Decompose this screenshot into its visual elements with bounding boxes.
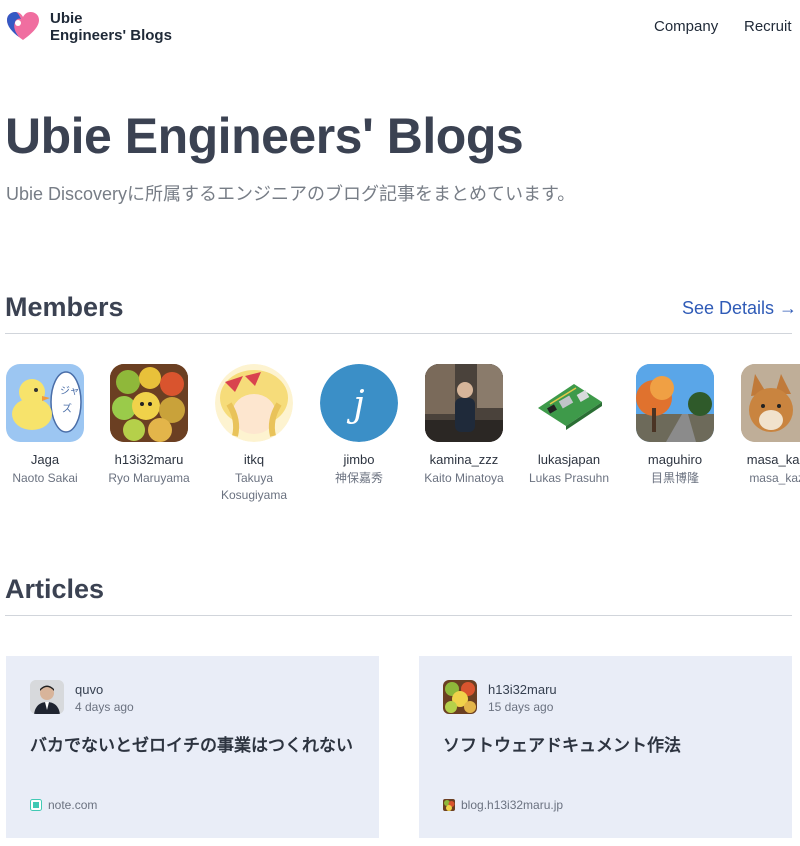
member-handle: jimbo (343, 452, 375, 467)
articles-divider (5, 615, 792, 616)
street-photo-avatar-icon (425, 364, 503, 442)
circuit-board-avatar-icon (530, 364, 608, 442)
fruit-icon (443, 799, 455, 811)
article-title[interactable]: ソフトウェアドキュメント作法 (443, 733, 773, 758)
see-details-link[interactable]: See Details → (682, 298, 797, 319)
members-divider (5, 333, 792, 334)
note-icon (30, 799, 42, 811)
brand-line1: Ubie (50, 10, 83, 27)
brand-title[interactable]: Ubie Engineers' Blogs (50, 10, 172, 44)
article-card[interactable]: h13i32maru 15 days ago ソフトウェアドキュメント作法 bl… (419, 656, 792, 838)
member-card[interactable]: j jimbo 神保嘉秀 (309, 364, 409, 487)
members-list: ジャ ズ Jaga Naoto Sakai h13i32maru Ryo Mar… (0, 364, 800, 514)
member-name: 目黒博隆 (650, 471, 699, 485)
member-card[interactable]: h13i32maru Ryo Maruyama (99, 364, 199, 487)
author-avatar-icon (30, 680, 64, 714)
article-card[interactable]: quvo 4 days ago バカでないとゼロイチの事業はつくれない note… (6, 656, 379, 838)
member-handle: masa_kaza (746, 452, 800, 467)
author-avatar-icon (443, 680, 477, 714)
member-name: Lukas Prasuhn (528, 471, 610, 485)
member-card[interactable]: kamina_zzz Kaito Minatoya (414, 364, 514, 487)
member-handle: lukasjapan (537, 452, 601, 467)
member-card[interactable]: ジャ ズ Jaga Naoto Sakai (0, 364, 95, 487)
ubie-logo-icon[interactable] (6, 10, 40, 44)
shiba-dog-avatar-icon (741, 364, 800, 442)
nav-recruit[interactable]: Recruit (744, 18, 792, 35)
member-card[interactable]: lukasjapan Lukas Prasuhn (519, 364, 619, 487)
anime-girl-avatar-icon (215, 364, 293, 442)
member-name: Ryo Maruyama (108, 471, 190, 485)
article-title[interactable]: バカでないとゼロイチの事業はつくれない (30, 733, 360, 758)
article-source-label: blog.h13i32maru.jp (461, 798, 564, 812)
duck-avatar-icon: ジャ ズ (6, 364, 84, 442)
member-handle: maguhiro (647, 452, 703, 467)
member-handle: h13i32maru (114, 452, 184, 467)
article-author[interactable]: h13i32maru (488, 682, 557, 697)
member-handle: itkq (243, 452, 265, 467)
page-subtitle: Ubie Discoveryに所属するエンジニアのブログ記事をまとめています。 (6, 184, 576, 204)
article-source-label: note.com (48, 798, 98, 812)
svg-text:ズ: ズ (62, 402, 72, 415)
member-handle: Jaga (30, 452, 60, 467)
svg-text:ジャ: ジャ (60, 386, 80, 397)
site-header: Ubie Engineers' Blogs Company Recruit (0, 0, 800, 56)
article-author[interactable]: quvo (75, 682, 103, 697)
article-date: 4 days ago (75, 700, 134, 714)
member-name: masa_kaza (749, 471, 800, 485)
article-date: 15 days ago (488, 700, 554, 714)
letter-j-avatar-icon: j (320, 364, 398, 442)
member-card[interactable]: itkq Takuya Kosugiyama (204, 364, 304, 504)
member-name: Takuya Kosugiyama (220, 471, 288, 502)
article-source[interactable]: note.com (30, 798, 97, 812)
brand-line2: Engineers' Blogs (50, 27, 172, 44)
autumn-tree-avatar-icon (636, 364, 714, 442)
page-title: Ubie Engineers' Blogs (5, 108, 524, 164)
member-name: 神保嘉秀 (334, 471, 383, 485)
nav-company[interactable]: Company (654, 18, 718, 35)
members-heading: Members (5, 292, 124, 322)
member-name: Kaito Minatoya (424, 471, 504, 485)
article-source[interactable]: blog.h13i32maru.jp (443, 798, 563, 812)
member-card[interactable]: masa_kaza masa_kaza (730, 364, 800, 487)
member-name: Naoto Sakai (12, 471, 78, 485)
member-handle: kamina_zzz (429, 452, 499, 467)
fruit-characters-avatar-icon (110, 364, 188, 442)
member-card[interactable]: maguhiro 目黒博隆 (625, 364, 725, 487)
articles-heading: Articles (5, 574, 105, 604)
